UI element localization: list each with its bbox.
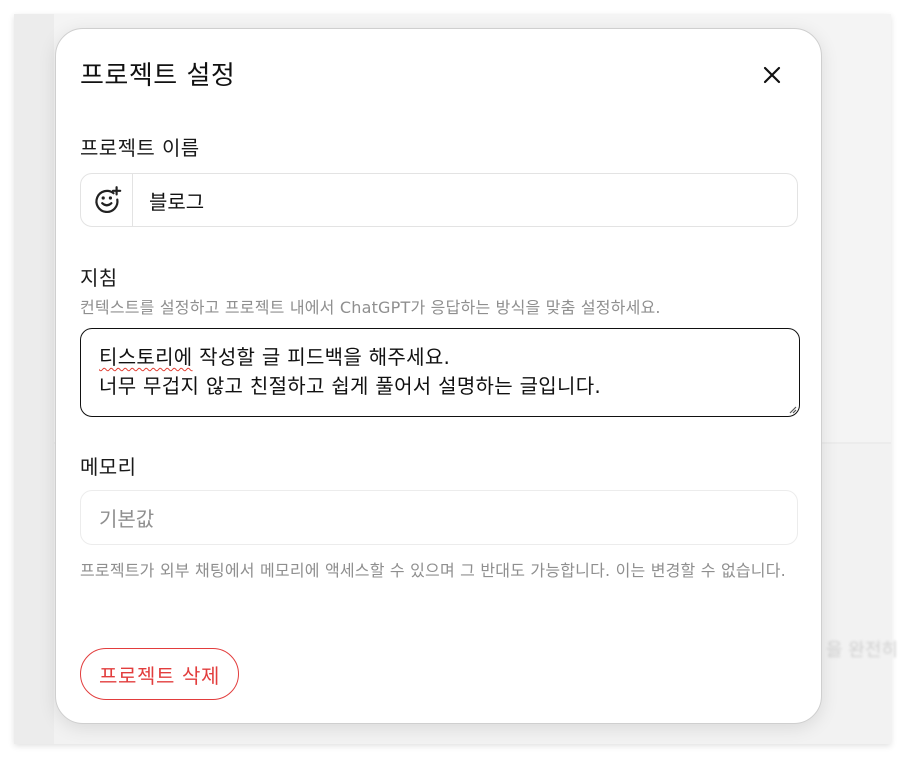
- instructions-hint: 컨텍스트를 설정하고 프로젝트 내에서 ChatGPT가 응답하는 방식을 맞춤…: [80, 298, 661, 317]
- add-emoji-icon: [94, 186, 121, 214]
- delete-project-button[interactable]: 프로젝트 삭제: [80, 648, 239, 700]
- project-name-input[interactable]: [133, 187, 797, 213]
- close-icon: [763, 66, 781, 84]
- instructions-label: 지침: [80, 266, 118, 290]
- project-settings-dialog: 프로젝트 설정 프로젝트 이름 지침 컨텍스트를 설정하고 프로젝트 내에서 C…: [55, 28, 822, 724]
- instructions-line1-rest: 작성할 글 피드백을 해주세요.: [192, 345, 451, 369]
- project-name-field: [80, 173, 798, 227]
- memory-selected-value: 기본값: [99, 507, 155, 531]
- dialog-title: 프로젝트 설정: [80, 61, 236, 91]
- instructions-line2: 너무 무겁지 않고 친절하고 쉽게 풀어서 설명하는 글입니다.: [99, 374, 602, 398]
- resize-grip-icon[interactable]: [787, 404, 797, 414]
- misspelled-word: 티스토리에: [99, 345, 193, 369]
- memory-label: 메모리: [80, 455, 137, 479]
- close-button[interactable]: [756, 59, 788, 91]
- background-blurred-text: 을 완전히: [826, 640, 898, 661]
- project-name-label: 프로젝트 이름: [80, 136, 200, 160]
- add-emoji-button[interactable]: [81, 174, 133, 226]
- memory-select[interactable]: 기본값: [80, 490, 798, 545]
- memory-hint: 프로젝트가 외부 채팅에서 메모리에 액세스할 수 있으며 그 반대도 가능합니…: [80, 561, 786, 580]
- instructions-textarea[interactable]: 티스토리에 작성할 글 피드백을 해주세요. 너무 무겁지 않고 친절하고 쉽게…: [80, 328, 800, 417]
